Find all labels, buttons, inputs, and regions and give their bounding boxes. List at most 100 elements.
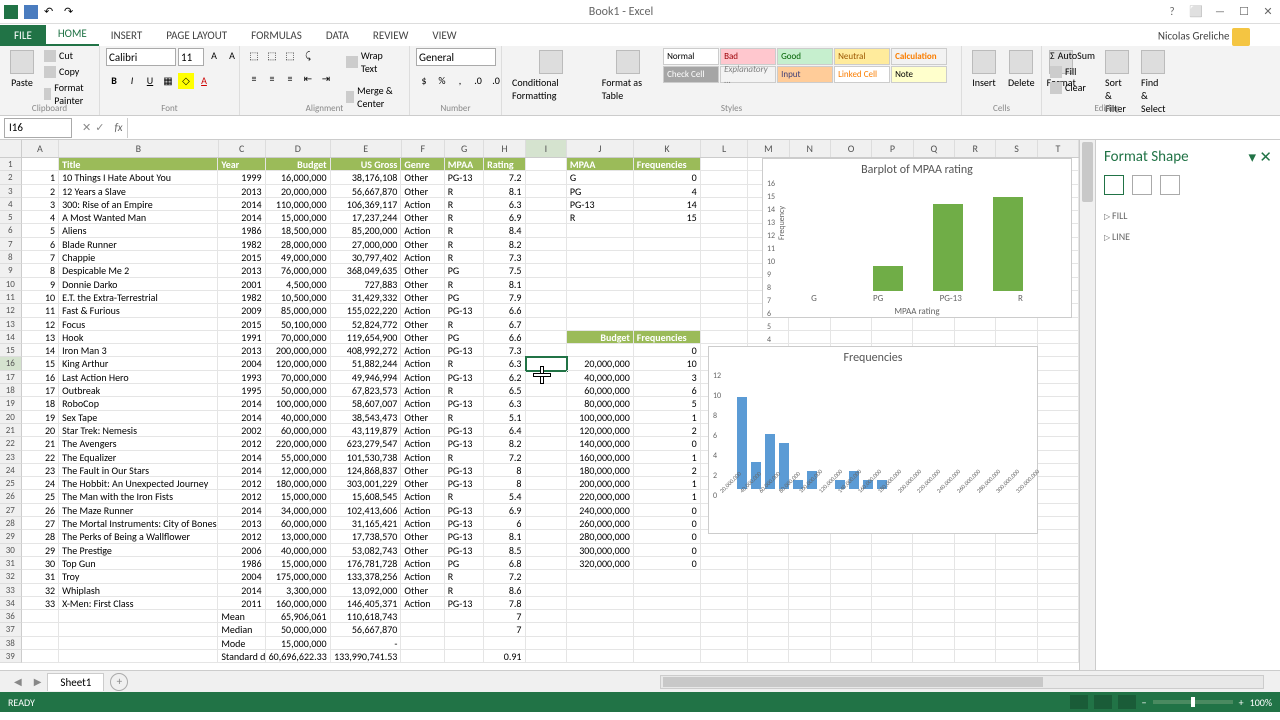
inc-decimal-icon[interactable]: .0 <box>470 73 486 89</box>
col-header-N[interactable]: N <box>790 140 831 157</box>
tab-view[interactable]: VIEW <box>420 25 468 46</box>
chart-mpaa-barplot[interactable]: Barplot of MPAA rating 16151413121110987… <box>762 158 1072 318</box>
styles-gallery[interactable]: Normal Bad Good Neutral Calculation Chec… <box>663 48 955 83</box>
percent-icon[interactable]: % <box>434 73 450 89</box>
col-header-S[interactable]: S <box>996 140 1037 157</box>
row-header[interactable]: 38 <box>0 637 22 650</box>
row-header[interactable]: 37 <box>0 623 22 636</box>
indent-dec-icon[interactable]: ⇤ <box>300 71 316 87</box>
row-header[interactable]: 39 <box>0 650 22 663</box>
accept-formula-icon[interactable]: ✓ <box>95 121 104 134</box>
font-size-select[interactable] <box>178 48 204 66</box>
col-header-B[interactable]: B <box>59 140 218 157</box>
row-header[interactable]: 3 <box>0 185 22 198</box>
minimize-icon[interactable]: — <box>1212 5 1228 19</box>
style-bad[interactable]: Bad <box>720 48 776 65</box>
conditional-formatting-button[interactable]: Conditional Formatting <box>508 48 594 104</box>
row-header[interactable]: 26 <box>0 490 22 503</box>
maximize-icon[interactable]: ☐ <box>1236 5 1252 19</box>
font-name-select[interactable] <box>106 48 176 66</box>
row-header[interactable]: 6 <box>0 224 22 237</box>
col-header-O[interactable]: O <box>831 140 872 157</box>
row-header[interactable]: 22 <box>0 437 22 450</box>
row-header[interactable]: 31 <box>0 557 22 570</box>
font-color-button[interactable]: A <box>196 73 212 89</box>
style-explanatory[interactable]: Explanatory ... <box>720 66 776 83</box>
zoom-in-button[interactable]: + <box>1239 696 1244 709</box>
tab-home[interactable]: HOME <box>46 23 99 46</box>
tab-formulas[interactable]: FORMULAS <box>239 25 314 46</box>
row-header[interactable]: 1 <box>0 158 22 171</box>
tab-review[interactable]: REVIEW <box>361 25 421 46</box>
increase-font-icon[interactable]: A <box>206 48 222 64</box>
tab-page-layout[interactable]: PAGE LAYOUT <box>154 25 239 46</box>
row-header[interactable]: 14 <box>0 331 22 344</box>
row-header[interactable]: 11 <box>0 291 22 304</box>
col-header-H[interactable]: H <box>484 140 525 157</box>
close-icon[interactable]: ✕ <box>1260 5 1276 19</box>
row-header[interactable]: 5 <box>0 211 22 224</box>
col-header-A[interactable]: A <box>22 140 59 157</box>
number-format-select[interactable] <box>416 48 496 66</box>
tab-file[interactable]: FILE <box>0 25 46 46</box>
pane-section-line[interactable]: LINE <box>1104 226 1272 247</box>
view-page-break-icon[interactable] <box>1118 695 1136 709</box>
row-header[interactable]: 17 <box>0 371 22 384</box>
vertical-scrollbar[interactable] <box>1079 140 1095 670</box>
row-header[interactable]: 25 <box>0 477 22 490</box>
style-linked-cell[interactable]: Linked Cell <box>834 66 890 83</box>
style-calculation[interactable]: Calculation <box>891 48 947 65</box>
name-box[interactable] <box>4 118 72 138</box>
row-header[interactable]: 10 <box>0 278 22 291</box>
align-bottom-icon[interactable]: ⬚ <box>282 48 298 64</box>
col-header-L[interactable]: L <box>701 140 748 157</box>
row-header[interactable]: 23 <box>0 451 22 464</box>
row-header[interactable]: 20 <box>0 411 22 424</box>
avatar[interactable] <box>1232 28 1250 46</box>
italic-button[interactable]: I <box>124 73 140 89</box>
indent-inc-icon[interactable]: ⇥ <box>318 71 334 87</box>
fill-line-tab-icon[interactable] <box>1104 175 1124 195</box>
row-header[interactable]: 9 <box>0 264 22 277</box>
spreadsheet-grid[interactable]: ABCDEFGHIJKLMNOPQRST 1TitleYearBudgetUS … <box>0 140 1079 670</box>
col-header-T[interactable]: T <box>1038 140 1079 157</box>
formula-bar[interactable] <box>127 118 1280 138</box>
cancel-formula-icon[interactable]: ✕ <box>82 121 91 134</box>
row-header[interactable]: 34 <box>0 597 22 610</box>
col-header-G[interactable]: G <box>445 140 484 157</box>
pane-close-icon[interactable]: ✕ <box>1259 149 1272 167</box>
style-neutral[interactable]: Neutral <box>834 48 890 65</box>
zoom-out-button[interactable]: − <box>1142 696 1147 709</box>
row-header[interactable]: 2 <box>0 171 22 184</box>
align-right-icon[interactable]: ≡ <box>282 71 298 87</box>
sheet-nav-prev[interactable]: ◀ <box>8 675 28 688</box>
sheet-tab[interactable]: Sheet1 <box>47 673 104 691</box>
effects-tab-icon[interactable] <box>1132 175 1152 195</box>
align-center-icon[interactable]: ≡ <box>264 71 280 87</box>
underline-button[interactable]: U <box>142 73 158 89</box>
col-header-K[interactable]: K <box>634 140 701 157</box>
col-header-F[interactable]: F <box>402 140 445 157</box>
row-header[interactable]: 8 <box>0 251 22 264</box>
col-header-C[interactable]: C <box>219 140 266 157</box>
row-header[interactable]: 28 <box>0 517 22 530</box>
fill-button[interactable]: Fill <box>1048 64 1097 79</box>
col-header-J[interactable]: J <box>567 140 634 157</box>
row-header[interactable]: 16 <box>0 357 22 370</box>
style-input[interactable]: Input <box>777 66 833 83</box>
cut-button[interactable]: Cut <box>42 48 93 63</box>
zoom-slider[interactable] <box>1153 700 1233 704</box>
decrease-font-icon[interactable]: A <box>224 48 240 64</box>
align-middle-icon[interactable]: ⬚ <box>264 48 280 64</box>
view-normal-icon[interactable] <box>1070 695 1088 709</box>
comma-icon[interactable]: , <box>452 73 468 89</box>
tab-data[interactable]: DATA <box>314 25 361 46</box>
orientation-icon[interactable]: ⤹ <box>300 48 316 64</box>
col-header-P[interactable]: P <box>872 140 913 157</box>
insert-cells-button[interactable]: Insert <box>968 48 1000 91</box>
tab-insert[interactable]: INSERT <box>99 25 155 46</box>
row-header[interactable]: 32 <box>0 570 22 583</box>
style-note[interactable]: Note <box>891 66 947 83</box>
style-good[interactable]: Good <box>777 48 833 65</box>
delete-cells-button[interactable]: Delete <box>1004 48 1039 91</box>
